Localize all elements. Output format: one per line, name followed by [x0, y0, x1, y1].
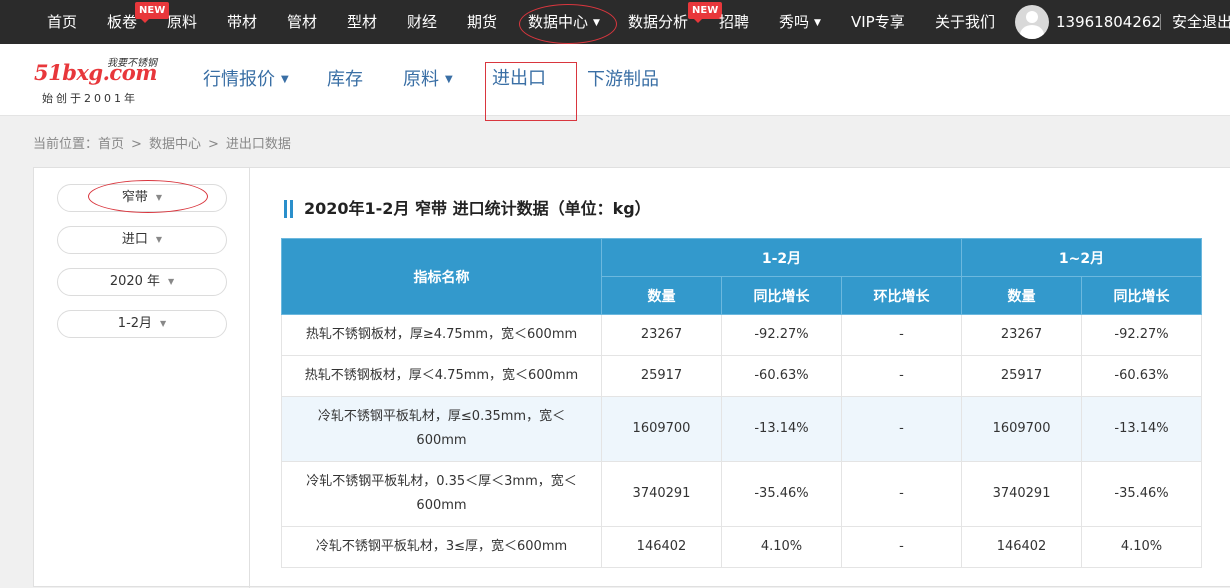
caret-down-icon: ▼ — [281, 74, 289, 85]
subnav-item-downstream[interactable]: 下游制品 — [587, 44, 659, 116]
topnav-item-recruit[interactable]: 招聘 — [719, 0, 749, 44]
table-row: 热轧不锈钢板材，厚＜4.75mm，宽＜600mm 25917 -60.63% -… — [281, 355, 1203, 397]
table-row: 冷轧不锈钢平板轧材，厚≤0.35mm，宽＜600mm 1609700 -13.1… — [281, 396, 1203, 462]
direction-select[interactable]: 进口 ▼ — [57, 226, 227, 254]
cell: -92.27% — [721, 314, 842, 356]
cell: 25917 — [961, 355, 1083, 397]
cell: - — [840, 461, 963, 527]
subnav-item-import-export[interactable]: 进出口 — [492, 44, 546, 116]
breadcrumb-current: 进出口数据 — [225, 137, 291, 152]
new-badge: NEW — [688, 2, 723, 23]
topnav-item-pipe[interactable]: 管材 — [287, 0, 317, 44]
cell: - — [840, 396, 963, 462]
cell: - — [840, 526, 963, 568]
caret-down-icon: ▼ — [168, 277, 175, 286]
year-select[interactable]: 2020 年 ▼ — [57, 268, 227, 296]
title-marker-icon — [284, 200, 287, 218]
caret-down-icon: ▼ — [155, 193, 163, 202]
subnav-item-quotes[interactable]: 行情报价 ▼ — [203, 44, 289, 116]
cell: 25917 — [601, 355, 722, 397]
caret-down-icon: ▼ — [160, 319, 167, 328]
cell: 146402 — [601, 526, 722, 568]
row-name: 冷轧不锈钢平板轧材，3≤厚，宽＜600mm — [281, 526, 602, 568]
caret-down-icon: ▼ — [445, 74, 453, 85]
header-group-2: 1~2月 — [961, 238, 1203, 277]
row-name: 冷轧不锈钢平板轧材，厚≤0.35mm，宽＜600mm — [281, 396, 602, 462]
header-quantity: 数量 — [601, 276, 722, 315]
filter-sidebar: 窄带 ▼ 进口 ▼ 2020 年 ▼ 1-2月 ▼ — [34, 168, 250, 588]
cell: 3740291 — [601, 461, 722, 527]
cell: - — [840, 314, 963, 356]
header-indicator: 指标名称 — [281, 238, 602, 315]
cell: -35.46% — [721, 461, 842, 527]
cell: -60.63% — [1081, 355, 1203, 397]
stats-table: 指标名称 1-2月 1~2月 数量 同比增长 环比增长 数量 同比增长 热轧不锈… — [281, 238, 1203, 568]
breadcrumb: 当前位置：首页 > 数据中心 > 进出口数据 — [33, 137, 291, 152]
logo-since: 始创于2001年 — [42, 92, 138, 105]
cell: -35.46% — [1081, 461, 1203, 527]
header-yoy: 同比增长 — [721, 276, 842, 315]
content-panel: 窄带 ▼ 进口 ▼ 2020 年 ▼ 1-2月 ▼ 2020年1-2月 窄带 进口统计数… — [33, 167, 1230, 588]
row-name: 热轧不锈钢板材，厚＜4.75mm，宽＜600mm — [281, 355, 602, 397]
topnav-item-vip[interactable]: VIP专享 — [851, 0, 905, 44]
topnav-item-about[interactable]: 关于我们 — [935, 0, 995, 44]
topnav-item-profile[interactable]: 型材 — [347, 0, 377, 44]
topnav-item-raw-material[interactable]: 原料 — [167, 0, 197, 44]
topnav-item-finance[interactable]: 财经 — [407, 0, 437, 44]
product-select[interactable]: 窄带 ▼ — [57, 184, 227, 212]
caret-down-icon: ▼ — [814, 18, 821, 28]
breadcrumb-data-center[interactable]: 数据中心 — [149, 137, 201, 152]
cell: 1609700 — [601, 396, 722, 462]
site-header: 我要不锈钢 51bxg.com 始创于2001年 行情报价 ▼ 库存 原料 ▼ 进出… — [0, 44, 1230, 116]
topnav-item-plate-coil[interactable]: 板卷 — [107, 0, 137, 44]
row-name: 热轧不锈钢板材，厚≥4.75mm，宽＜600mm — [281, 314, 602, 356]
header-mom: 环比增长 — [840, 276, 963, 315]
topnav-item-home[interactable]: 首页 — [47, 0, 77, 44]
user-phone[interactable]: 13961804262 — [1056, 0, 1161, 44]
cell: 4.10% — [1081, 526, 1203, 568]
cell: 1609700 — [961, 396, 1083, 462]
header-group-1: 1-2月 — [600, 238, 963, 277]
cell: -92.27% — [1081, 314, 1203, 356]
header-quantity-cum: 数量 — [961, 276, 1083, 315]
row-name: 冷轧不锈钢平板轧材，0.35＜厚＜3mm，宽＜600mm — [281, 461, 602, 527]
caret-down-icon: ▼ — [155, 235, 163, 244]
topnav-item-data-analysis[interactable]: 数据分析 — [628, 0, 688, 44]
cell: -13.14% — [721, 396, 842, 462]
cell: 23267 — [961, 314, 1083, 356]
logo-brand: 51bxg.com — [34, 60, 157, 85]
topnav-item-futures[interactable]: 期货 — [467, 0, 497, 44]
subnav-item-inventory[interactable]: 库存 — [327, 44, 363, 116]
cell: -13.14% — [1081, 396, 1203, 462]
topnav-item-show[interactable]: 秀吗 ▼ — [779, 0, 821, 44]
cell: 23267 — [601, 314, 722, 356]
user-icon — [1026, 11, 1038, 23]
cell: 4.10% — [721, 526, 842, 568]
site-logo[interactable]: 我要不锈钢 51bxg.com 始创于2001年 — [34, 54, 169, 112]
new-badge: NEW — [135, 2, 170, 23]
top-nav: 首页 板卷 NEW 原料 带材 管材 型材 财经 期货 数据中心 ▼ 数据分析 N… — [0, 0, 1230, 44]
divider — [1160, 14, 1161, 30]
subnav-item-raw-material[interactable]: 原料 ▼ — [403, 44, 453, 116]
table-row: 热轧不锈钢板材，厚≥4.75mm，宽＜600mm 23267 -92.27% -… — [281, 314, 1203, 356]
cell: 3740291 — [961, 461, 1083, 527]
cell: 146402 — [961, 526, 1083, 568]
period-select[interactable]: 1-2月 ▼ — [57, 310, 227, 338]
avatar[interactable] — [1015, 5, 1049, 39]
logout-link[interactable]: 安全退出 — [1172, 0, 1230, 44]
cell: - — [840, 355, 963, 397]
table-row: 冷轧不锈钢平板轧材，0.35＜厚＜3mm，宽＜600mm 3740291 -35… — [281, 461, 1203, 527]
cell: -60.63% — [721, 355, 842, 397]
table-row: 冷轧不锈钢平板轧材，3≤厚，宽＜600mm 146402 4.10% - 146… — [281, 526, 1203, 568]
topnav-item-data-center[interactable]: 数据中心 ▼ — [528, 0, 600, 44]
breadcrumb-home[interactable]: 首页 — [98, 137, 124, 152]
caret-down-icon: ▼ — [593, 18, 600, 28]
header-yoy-cum: 同比增长 — [1081, 276, 1203, 315]
topnav-item-strip[interactable]: 带材 — [227, 0, 257, 44]
